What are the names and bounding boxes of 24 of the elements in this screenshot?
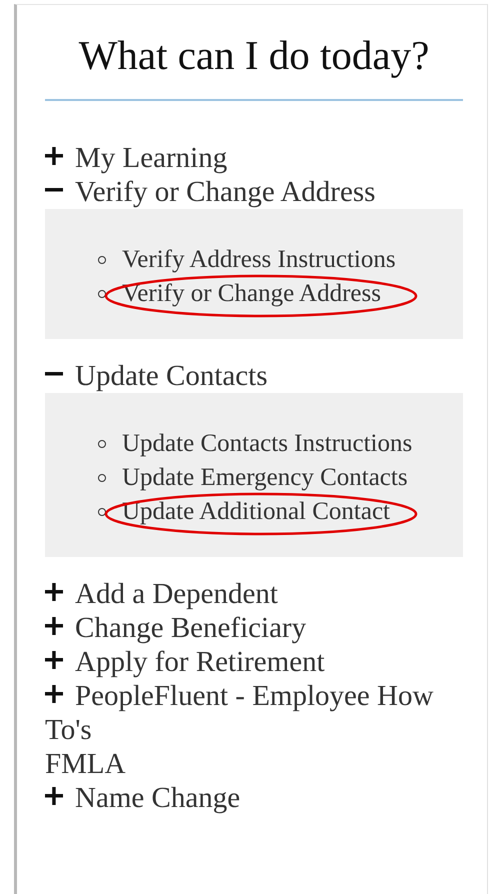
section-link[interactable]: FMLA	[45, 747, 463, 781]
bullet-icon	[98, 290, 106, 298]
section-link[interactable]: PeopleFluent - Employee How To's	[45, 679, 463, 747]
section-link[interactable]: Name Change	[45, 781, 463, 815]
page-title: What can I do today?	[78, 31, 430, 77]
bullet-icon	[98, 508, 106, 516]
section-link[interactable]: Change Beneficiary	[45, 611, 463, 645]
section-link[interactable]: Add a Dependent	[45, 577, 463, 611]
plus-icon[interactable]	[45, 147, 63, 165]
section-link[interactable]: Update Contacts	[45, 359, 463, 393]
plus-icon[interactable]	[45, 583, 63, 601]
submenu-link[interactable]: Update Contacts Instructions	[122, 427, 412, 461]
plus-icon[interactable]	[45, 685, 63, 703]
plus-icon[interactable]	[45, 651, 63, 669]
bullet-icon	[98, 440, 106, 448]
bullet-icon	[98, 474, 106, 482]
section-link[interactable]: Apply for Retirement	[45, 645, 463, 679]
section-link[interactable]: Verify or Change Address	[45, 175, 463, 209]
submenu-link[interactable]: Verify Address Instructions	[122, 243, 396, 277]
bullet-icon	[98, 256, 106, 264]
submenu-link[interactable]: Update Emergency Contacts	[122, 461, 408, 495]
plus-icon[interactable]	[45, 617, 63, 635]
section-link[interactable]: My Learning	[45, 141, 463, 175]
plus-icon[interactable]	[45, 787, 63, 805]
